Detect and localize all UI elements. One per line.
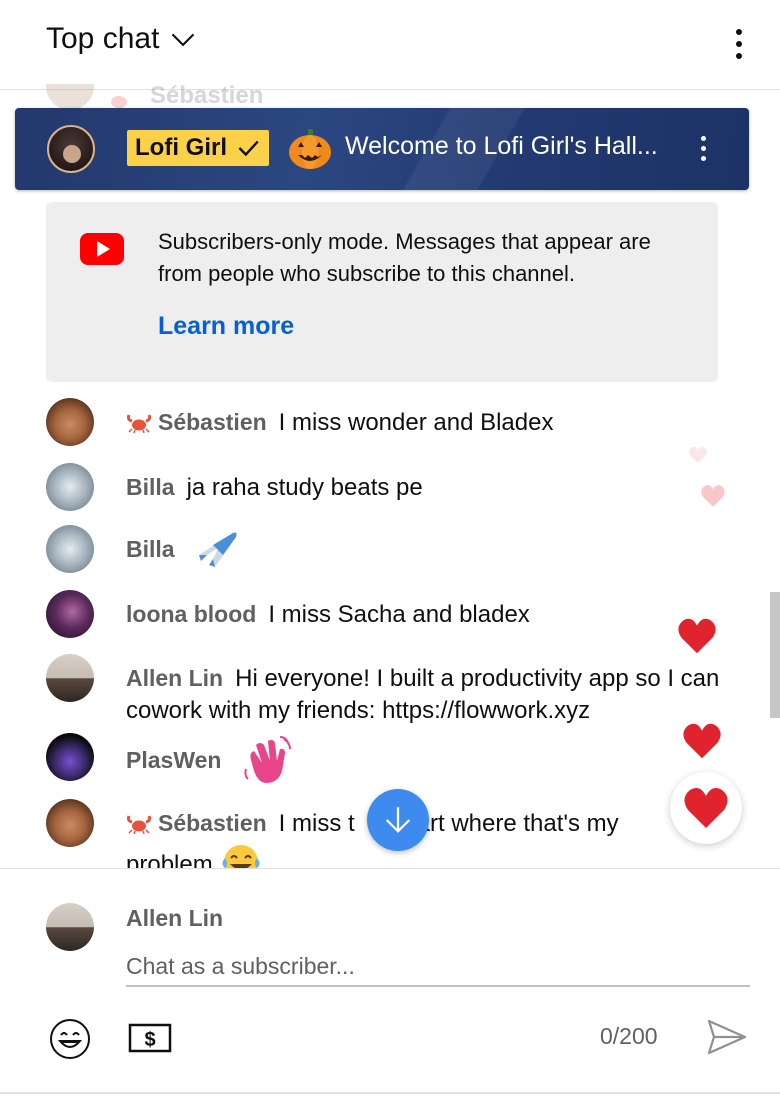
learn-more-link[interactable]: Learn more	[158, 312, 294, 341]
chat-input[interactable]	[126, 947, 750, 987]
svg-text:$: $	[144, 1029, 155, 1051]
scrollbar[interactable]	[770, 592, 780, 718]
message-author[interactable]: Billa	[126, 474, 175, 500]
message-author[interactable]: Billa	[126, 536, 175, 562]
waving-hand-emoji	[244, 736, 292, 783]
subscribers-only-notice: Subscribers-only mode. Messages that app…	[46, 202, 718, 382]
chat-mode-label: Top chat	[46, 22, 160, 55]
more-vert-icon[interactable]	[724, 24, 754, 64]
pinned-message-banner[interactable]: Lofi Girl Welcome to Lofi Girl's Hall...	[15, 108, 749, 190]
avatar	[46, 903, 94, 951]
emoji-icon[interactable]	[48, 1017, 92, 1061]
scroll-to-bottom-button[interactable]	[367, 789, 429, 851]
super-chat-money-icon[interactable]: $	[128, 1021, 172, 1055]
arrow-down-icon	[385, 807, 411, 833]
owner-badge-label: Lofi Girl	[135, 134, 227, 161]
message-author[interactable]: loona blood	[126, 601, 256, 627]
avatar[interactable]	[46, 525, 94, 573]
character-counter: 0/200	[600, 1023, 658, 1049]
heart-icon	[684, 788, 728, 828]
send-icon[interactable]	[706, 1017, 748, 1057]
chat-mode-dropdown[interactable]: Top chat	[46, 22, 197, 56]
notice-text: Subscribers-only mode. Messages that app…	[158, 229, 651, 286]
faded-previous-message: Sébastien	[46, 84, 263, 110]
avatar[interactable]	[46, 654, 94, 702]
check-icon	[238, 140, 259, 157]
message-author: Sébastien	[150, 84, 264, 109]
message-text: I miss t	[278, 810, 355, 837]
crab-icon	[126, 815, 152, 834]
avatar[interactable]	[46, 799, 94, 847]
heart-icon	[678, 618, 716, 654]
pumpkin-emoji	[289, 129, 331, 169]
more-vert-icon[interactable]	[697, 130, 709, 166]
avatar[interactable]	[46, 398, 94, 446]
heart-icon	[689, 446, 707, 464]
message-author[interactable]: PlasWen	[126, 747, 221, 773]
avatar[interactable]	[46, 463, 94, 511]
avatar	[46, 84, 94, 110]
youtube-logo-icon	[80, 233, 124, 265]
heart-icon	[683, 723, 721, 759]
message-author[interactable]: Sébastien	[158, 810, 267, 836]
pinned-message-text: Welcome to Lofi Girl's Hall...	[345, 132, 658, 160]
airplane-emoji	[199, 532, 237, 567]
message-author[interactable]: Sébastien	[158, 409, 267, 435]
heart-icon	[701, 485, 725, 507]
avatar[interactable]	[46, 590, 94, 638]
chat-header: Top chat	[0, 0, 780, 90]
avatar	[47, 125, 95, 173]
message-text: I miss Sacha and bladex	[268, 601, 530, 628]
chevron-down-icon	[172, 33, 195, 47]
crab-icon	[126, 414, 152, 433]
heart-reaction-button[interactable]	[670, 772, 742, 844]
input-author-name: Allen Lin	[126, 905, 224, 931]
message-text: I miss wonder and Bladex	[278, 409, 554, 436]
message-author[interactable]: Allen Lin	[126, 665, 223, 691]
crab-icon	[111, 96, 127, 108]
owner-badge: Lofi Girl	[127, 130, 269, 166]
avatar[interactable]	[46, 733, 94, 781]
chat-input-section: Allen Lin $ 0/200	[0, 868, 780, 1098]
message-text: ja raha study beats pe	[186, 474, 423, 501]
